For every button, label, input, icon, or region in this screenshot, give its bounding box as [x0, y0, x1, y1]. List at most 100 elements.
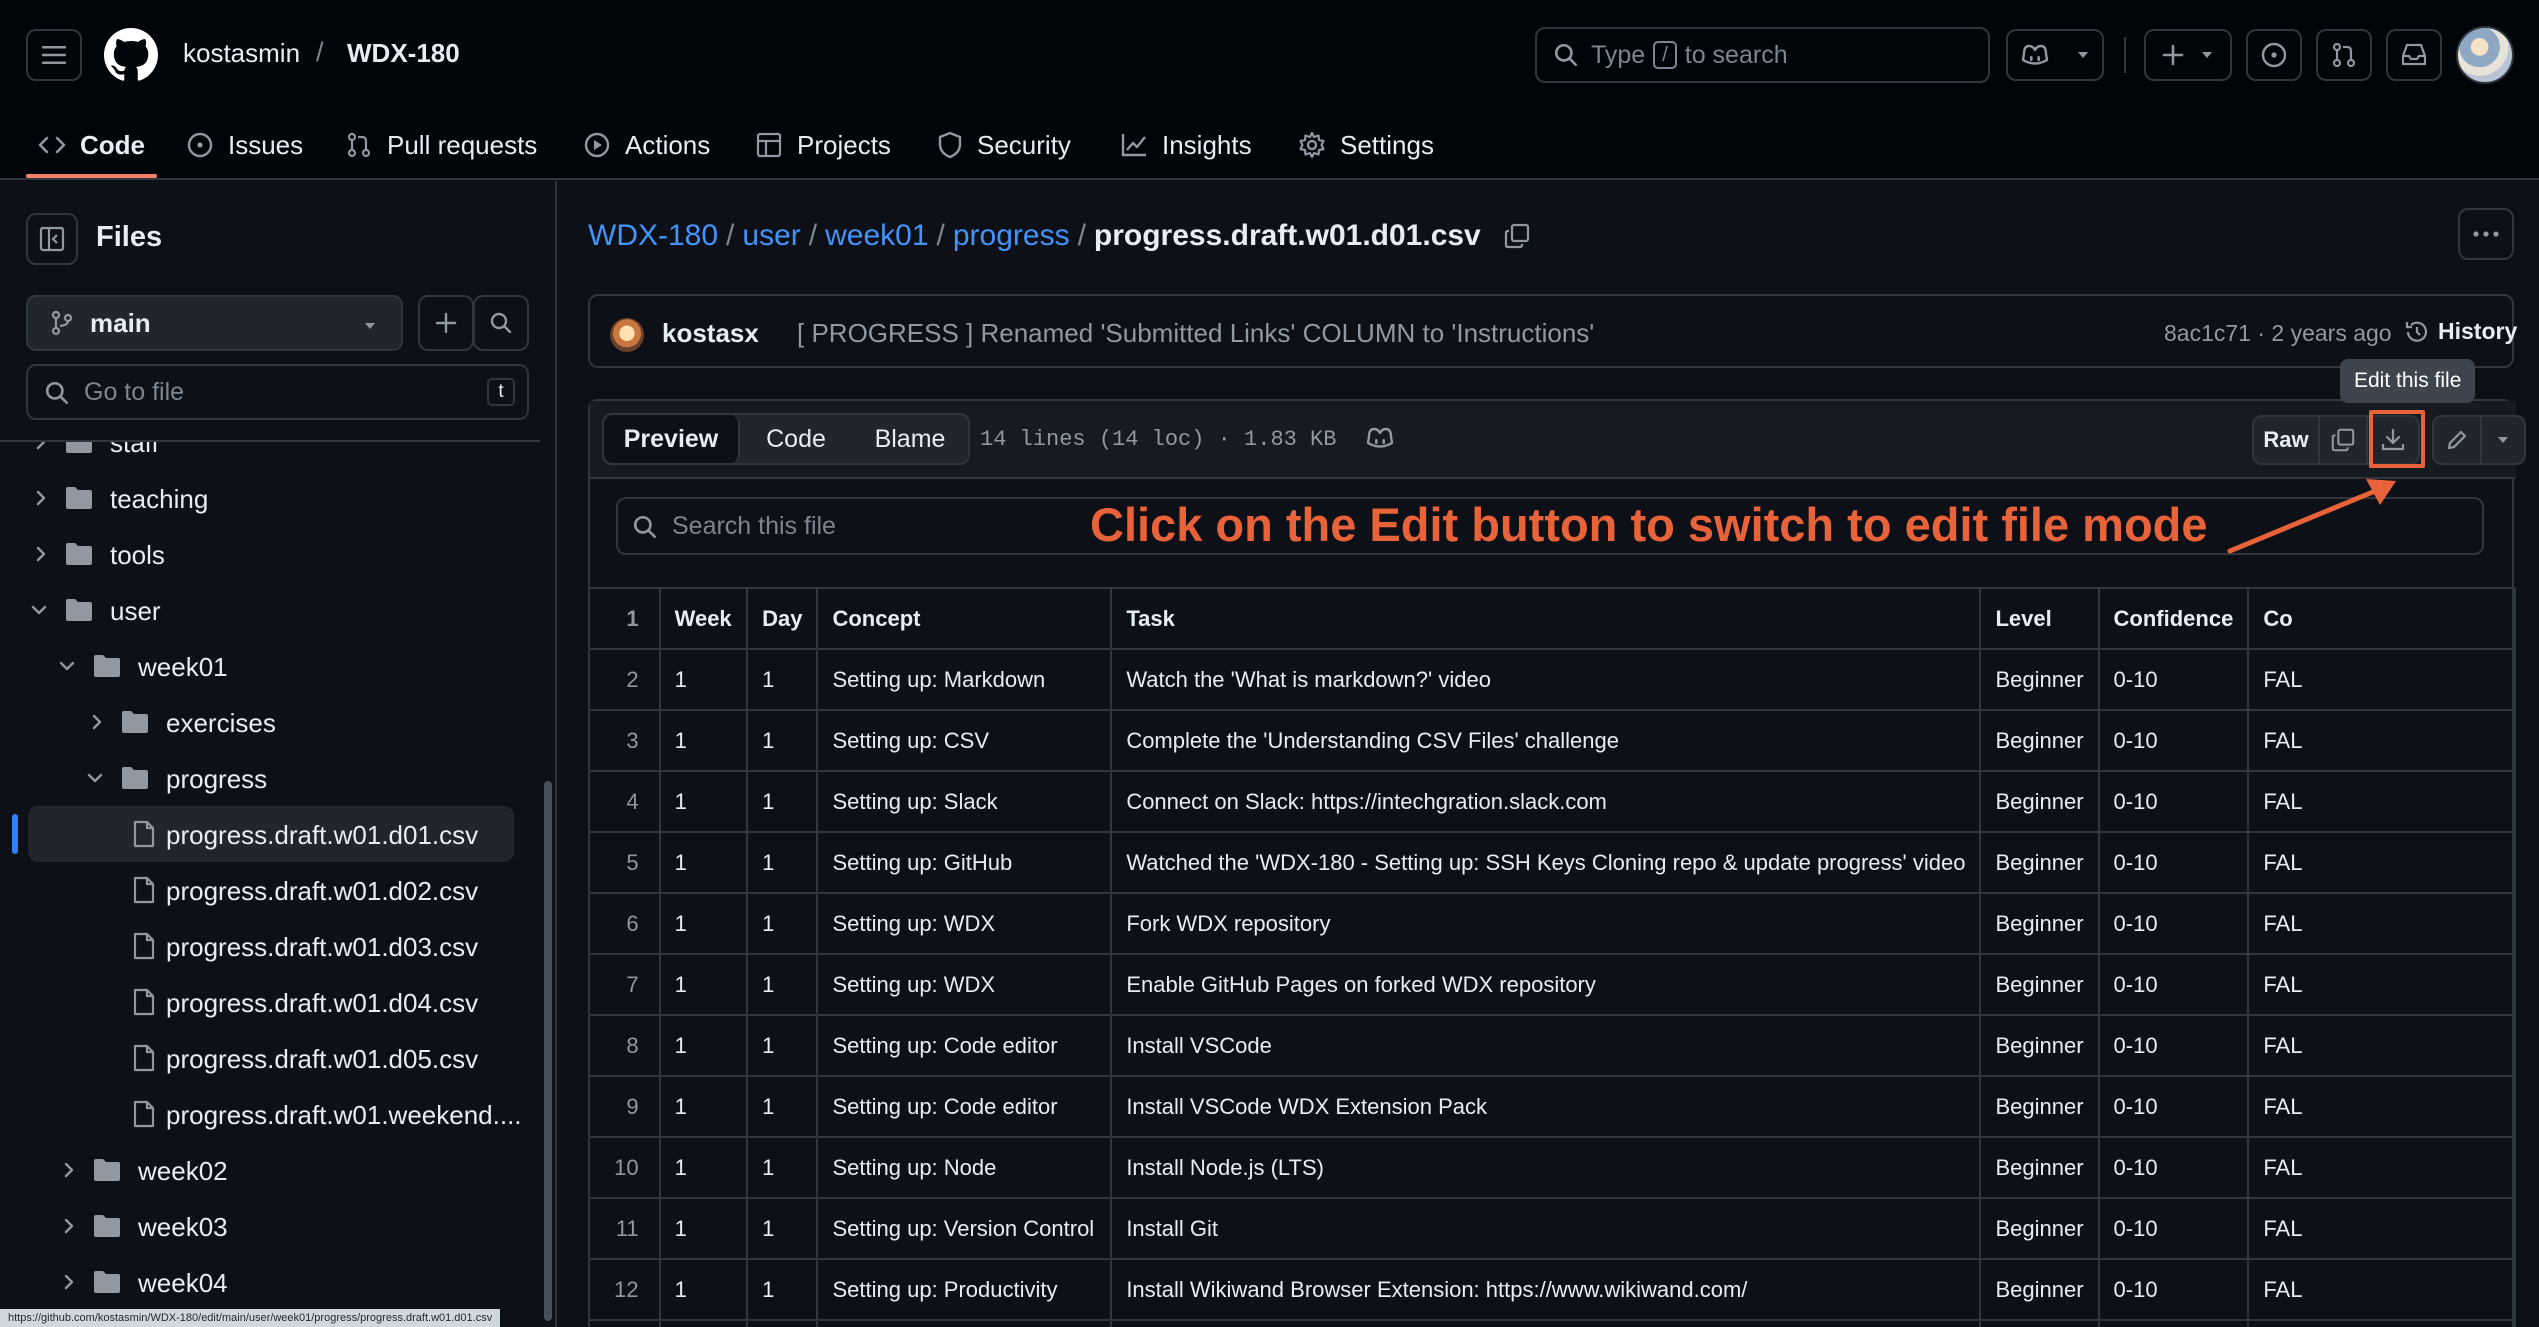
- chevron-right-icon[interactable]: [34, 442, 48, 451]
- line-number[interactable]: 4: [590, 770, 661, 833]
- add-file-button[interactable]: [418, 295, 474, 351]
- tree-file[interactable]: progress.draft.w01.d01.csv: [0, 806, 540, 862]
- tab-insights[interactable]: Insights: [1120, 110, 1252, 180]
- repo-link[interactable]: WDX-180: [347, 38, 460, 69]
- table-cell: Setting up: Slack: [816, 770, 1113, 833]
- plus-icon: [435, 312, 457, 334]
- commit-author[interactable]: kostasx: [662, 318, 759, 349]
- chevron-right-icon[interactable]: [62, 1161, 76, 1179]
- table-cell: 0-10: [2097, 1014, 2250, 1077]
- tree-file[interactable]: progress.draft.w01.d05.csv: [0, 1030, 540, 1086]
- global-search-input[interactable]: Type / to search: [1535, 27, 1990, 83]
- search-files-button[interactable]: [473, 295, 529, 351]
- tab-settings[interactable]: Settings: [1298, 110, 1434, 180]
- chevron-right-icon[interactable]: [62, 1273, 76, 1291]
- chevron-right-icon[interactable]: [90, 713, 104, 731]
- line-number[interactable]: 9: [590, 1075, 661, 1138]
- commit-message[interactable]: [ PROGRESS ] Renamed 'Submitted Links' C…: [797, 318, 1594, 349]
- collapse-sidebar-button[interactable]: [26, 213, 78, 265]
- line-number[interactable]: 8: [590, 1014, 661, 1077]
- tab-preview[interactable]: Preview: [604, 415, 740, 463]
- status-bar-url: https://github.com/kostasmin/WDX-180/edi…: [0, 1309, 501, 1327]
- breadcrumb-user[interactable]: user: [742, 219, 800, 253]
- inbox-icon: [2401, 43, 2427, 66]
- tree-file[interactable]: progress.draft.w01.weekend....: [0, 1086, 540, 1142]
- copilot-ask-button[interactable]: [1365, 425, 1395, 451]
- raw-button[interactable]: Raw: [2254, 417, 2320, 463]
- gear-icon: [1299, 131, 1325, 159]
- line-number[interactable]: 2: [590, 648, 661, 711]
- tree-folder[interactable]: user: [0, 582, 540, 638]
- github-logo-icon[interactable]: [104, 28, 158, 82]
- table-cell: 0-10: [2097, 770, 2250, 833]
- copy-raw-button[interactable]: [2320, 417, 2368, 463]
- folder-icon: [92, 653, 122, 679]
- branch-selector[interactable]: main: [26, 295, 403, 351]
- tab-issues[interactable]: Issues: [186, 110, 303, 180]
- line-number[interactable]: 7: [590, 953, 661, 1016]
- table-cell: 1: [746, 1014, 819, 1077]
- line-number[interactable]: 12: [590, 1258, 661, 1321]
- copy-path-button[interactable]: [1503, 222, 1531, 250]
- tree-folder[interactable]: week02: [0, 1142, 540, 1198]
- breadcrumb-week01[interactable]: week01: [825, 219, 928, 253]
- tree-folder[interactable]: staff: [0, 442, 540, 470]
- tab-blame[interactable]: Blame: [852, 415, 968, 463]
- table-row: 2 1 1 Setting up: Markdown Watch the 'What i…: [590, 648, 2516, 711]
- inbox-button[interactable]: [2386, 29, 2442, 81]
- line-number[interactable]: 10: [590, 1136, 661, 1199]
- tab-security[interactable]: Security: [937, 110, 1071, 180]
- owner-link[interactable]: kostasmin: [183, 38, 300, 69]
- line-number[interactable]: 13: [590, 1319, 661, 1327]
- line-number[interactable]: 5: [590, 831, 661, 894]
- line-number[interactable]: 6: [590, 892, 661, 955]
- tree-file[interactable]: progress.draft.w01.d02.csv: [0, 862, 540, 918]
- breadcrumb-repo[interactable]: WDX-180: [588, 219, 718, 253]
- avatar[interactable]: [2456, 26, 2514, 84]
- tree-folder[interactable]: exercises: [0, 694, 540, 750]
- copilot-button[interactable]: [2006, 29, 2104, 81]
- pull-requests-button[interactable]: [2316, 29, 2372, 81]
- line-number[interactable]: 1: [590, 587, 661, 650]
- tree-file[interactable]: progress.draft.w01.d04.csv: [0, 974, 540, 1030]
- table-row: 11 1 1 Setting up: Version Control Install G…: [590, 1197, 2516, 1260]
- menu-button[interactable]: [26, 29, 82, 81]
- chevron-down-icon[interactable]: [86, 771, 104, 785]
- edit-file-button[interactable]: [2434, 417, 2482, 463]
- chevron-right-icon[interactable]: [62, 1217, 76, 1235]
- line-number[interactable]: 11: [590, 1197, 661, 1260]
- commit-meta[interactable]: 8ac1c71 · 2 years ago: [2164, 320, 2392, 347]
- annotation-text: Click on the Edit button to switch to ed…: [1090, 498, 2208, 551]
- tree-item-label: user: [110, 596, 161, 626]
- go-to-file-input[interactable]: Go to file t: [26, 364, 529, 420]
- tree-file[interactable]: progress.draft.w01.d03.csv: [0, 918, 540, 974]
- tree-folder[interactable]: week03: [0, 1198, 540, 1254]
- tab-actions[interactable]: Actions: [583, 110, 710, 180]
- chevron-down-icon[interactable]: [58, 659, 76, 673]
- chevron-right-icon[interactable]: [34, 545, 48, 563]
- chevron-down-icon[interactable]: [30, 603, 48, 617]
- chevron-right-icon[interactable]: [34, 489, 48, 507]
- more-options-button[interactable]: [2458, 208, 2514, 260]
- tree-folder[interactable]: teaching: [0, 470, 540, 526]
- line-number[interactable]: 3: [590, 709, 661, 772]
- code-icon: [38, 136, 66, 154]
- sidebar-scrollbar[interactable]: [544, 781, 552, 1321]
- tab-projects[interactable]: Projects: [755, 110, 891, 180]
- selected-indicator: [12, 814, 18, 854]
- issues-button[interactable]: [2246, 29, 2302, 81]
- tab-pull-requests[interactable]: Pull requests: [345, 110, 537, 180]
- edit-options-dropdown[interactable]: [2482, 417, 2524, 463]
- tab-code-view[interactable]: Code: [740, 415, 852, 463]
- history-button[interactable]: History: [2404, 318, 2517, 345]
- file-tree: staff teaching tools user week01 exercises pro…: [0, 440, 540, 1327]
- tree-folder[interactable]: tools: [0, 526, 540, 582]
- tree-folder[interactable]: week01: [0, 638, 540, 694]
- tree-folder[interactable]: progress: [0, 750, 540, 806]
- tab-code[interactable]: Code: [38, 110, 145, 180]
- breadcrumb-progress[interactable]: progress: [953, 219, 1070, 253]
- create-new-button[interactable]: [2144, 29, 2232, 81]
- tree-folder[interactable]: week04: [0, 1254, 540, 1310]
- commit-author-avatar[interactable]: [610, 318, 644, 352]
- active-tab-indicator: [26, 174, 157, 178]
